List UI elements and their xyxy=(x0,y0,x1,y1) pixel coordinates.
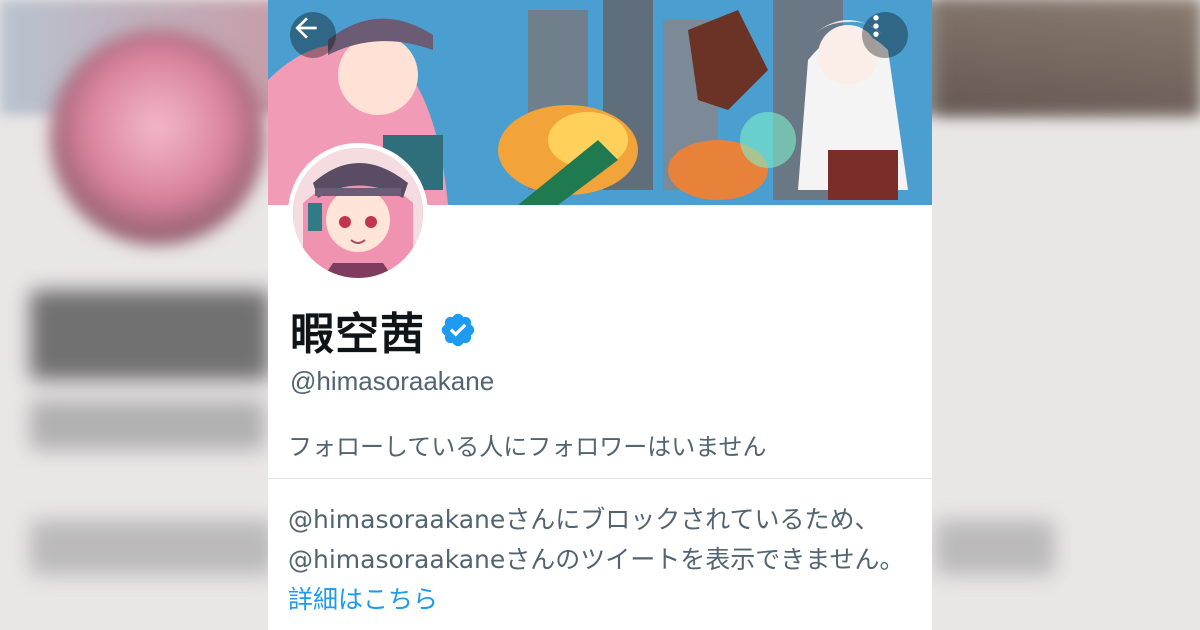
display-name-row: 暇空茜 xyxy=(290,300,477,360)
backdrop-avatar xyxy=(50,30,265,245)
arrow-left-icon xyxy=(295,17,317,39)
follow-info-text: フォローしている人にフォロワーはいません xyxy=(288,433,767,461)
divider xyxy=(268,478,932,479)
profile-handle: @himasoraakane xyxy=(290,366,495,396)
verified-badge-icon xyxy=(441,313,475,347)
profile-card: 暇空茜 @himasoraakane フォローしている人にフォロワーはいません … xyxy=(268,0,932,630)
profile-avatar[interactable] xyxy=(288,143,428,283)
display-name: 暇空茜 xyxy=(290,309,425,360)
learn-more-link[interactable]: 詳細はこちら xyxy=(288,585,438,614)
avatar-illustration xyxy=(293,148,423,278)
blocked-notice-text: @himasoraakaneさんにブロックされているため、@himasoraak… xyxy=(288,505,905,574)
backdrop-text-line-right xyxy=(935,520,1055,575)
back-button[interactable] xyxy=(290,12,336,58)
blocked-notice: @himasoraakaneさんにブロックされているため、@himasoraak… xyxy=(288,500,918,620)
more-vertical-icon xyxy=(873,15,879,37)
backdrop-title xyxy=(30,290,270,380)
backdrop-handle xyxy=(30,400,265,450)
more-options-button[interactable] xyxy=(862,12,908,58)
backdrop-block xyxy=(935,0,1200,115)
backdrop-text-line xyxy=(30,520,275,575)
